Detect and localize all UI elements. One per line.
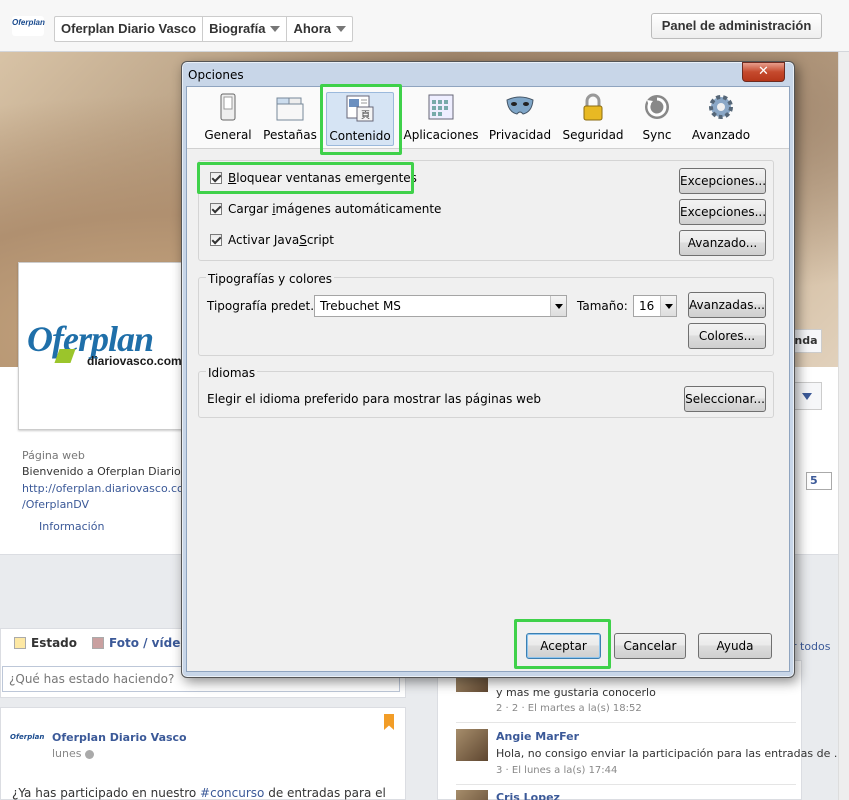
languages-text: Elegir el idioma preferido para mostrar … xyxy=(207,392,541,406)
lock-icon xyxy=(578,92,608,122)
comment-text: Hola, no consigo enviar la participación… xyxy=(496,747,845,760)
sync-icon xyxy=(642,92,672,122)
leaf-icon xyxy=(54,349,76,363)
images-label: Cargar imágenes automáticamente xyxy=(228,202,442,216)
fonts-group-label: Tipografías y colores xyxy=(206,272,334,286)
highlight-box xyxy=(197,162,414,194)
profile-picture[interactable]: Oferplan diariovasco.com xyxy=(18,262,184,430)
highlight-box xyxy=(320,84,402,155)
page-web-label: Página web xyxy=(22,449,85,462)
divider xyxy=(456,784,796,785)
chevron-down-icon xyxy=(270,26,281,32)
see-all-link[interactable]: r todos xyxy=(792,640,831,653)
images-exceptions-button[interactable]: Excepciones... xyxy=(679,199,766,225)
hashtag-link[interactable]: #concurso xyxy=(200,786,264,800)
post-avatar[interactable]: Oferplan xyxy=(10,733,44,757)
mask-icon xyxy=(505,92,535,122)
size-label: Tamaño: xyxy=(577,299,628,313)
languages-group-label: Idiomas xyxy=(206,366,258,380)
gear-icon xyxy=(706,92,736,122)
tab-status[interactable]: Estado xyxy=(14,636,77,650)
languages-select-button[interactable]: Seleccionar... xyxy=(684,386,766,412)
tab-avanzado[interactable]: Avanzado xyxy=(692,92,750,146)
chevron-down-icon xyxy=(550,296,566,316)
admin-panel-button[interactable]: Panel de administración xyxy=(651,13,822,39)
crumb-page[interactable]: Oferplan Diario Vasco xyxy=(55,17,204,41)
comment-author[interactable]: Cris Lopez xyxy=(496,791,560,800)
comment-avatar[interactable] xyxy=(456,790,488,800)
chevron-down-icon xyxy=(802,393,812,400)
post-author[interactable]: Oferplan Diario Vasco xyxy=(52,731,187,744)
switch-icon xyxy=(213,92,243,122)
help-button[interactable]: Ayuda xyxy=(698,633,772,659)
count-badge[interactable]: 5 xyxy=(806,472,832,490)
dialog-title: Opciones xyxy=(188,68,244,82)
highlight-box xyxy=(514,619,611,669)
crumb-timeline[interactable]: Biografía xyxy=(203,17,288,41)
colors-button[interactable]: Colores... xyxy=(688,323,766,349)
tab-general[interactable]: General xyxy=(203,92,253,146)
popups-exceptions-button[interactable]: Excepciones... xyxy=(679,168,766,194)
javascript-advanced-button[interactable]: Avanzado... xyxy=(679,230,766,256)
comment-author[interactable]: Angie MarFer xyxy=(496,730,579,743)
tab-photo-video[interactable]: Foto / vídeo xyxy=(92,636,189,650)
javascript-label: Activar JavaScript xyxy=(228,233,334,247)
page-scrollbar[interactable] xyxy=(838,52,849,800)
info-link[interactable]: Información xyxy=(39,520,104,533)
comment-text: y mas me gustaria conocerlo xyxy=(496,686,656,699)
page-web-link[interactable]: http://oferplan.diariovasco.com/ xyxy=(22,482,198,495)
javascript-checkbox-row[interactable]: Activar JavaScript xyxy=(210,233,334,247)
chevron-down-icon xyxy=(336,26,347,32)
post-text: ¿Ya has participado en nuestro #concurso… xyxy=(12,786,386,800)
breadcrumb: Oferplan Diario Vasco Biografía Ahora xyxy=(54,16,354,42)
default-font-label: Tipografía predet.: xyxy=(207,299,319,313)
comment-avatar[interactable] xyxy=(456,729,488,761)
images-checkbox[interactable] xyxy=(210,203,222,215)
crumb-now[interactable]: Ahora xyxy=(287,17,352,41)
font-size-select[interactable]: 16 xyxy=(633,295,677,317)
applications-icon xyxy=(426,92,456,122)
fonts-advanced-button[interactable]: Avanzadas... xyxy=(688,292,766,318)
tab-privacidad[interactable]: Privacidad xyxy=(489,92,551,146)
globe-icon xyxy=(85,749,94,759)
tabs-icon xyxy=(275,92,305,122)
close-button[interactable]: ✕ xyxy=(742,62,785,82)
comment-meta: 2 · 2 · El martes a la(s) 18:52 xyxy=(496,703,642,714)
divider xyxy=(456,722,796,723)
cancel-button[interactable]: Cancelar xyxy=(614,633,686,659)
comment-meta: 3 · El lunes a la(s) 17:44 xyxy=(496,765,618,776)
default-font-select[interactable]: Trebuchet MS xyxy=(314,295,567,317)
comments-panel xyxy=(437,660,802,800)
status-icon xyxy=(14,637,26,649)
oferplan-logo-small: Oferplan xyxy=(12,16,45,36)
images-checkbox-row[interactable]: Cargar imágenes automáticamente xyxy=(210,202,441,216)
profile-domain: diariovasco.com xyxy=(87,354,182,368)
tab-aplicaciones[interactable]: Aplicaciones xyxy=(404,92,478,146)
javascript-checkbox[interactable] xyxy=(210,234,222,246)
chevron-down-icon xyxy=(660,296,676,316)
camera-icon xyxy=(92,637,104,649)
tab-sync[interactable]: Sync xyxy=(640,92,674,146)
tab-pestanas[interactable]: Pestañas xyxy=(262,92,318,146)
post-time[interactable]: lunes xyxy=(52,747,94,760)
tab-seguridad[interactable]: Seguridad xyxy=(562,92,624,146)
page-web-link-2[interactable]: /OferplanDV xyxy=(22,498,89,511)
